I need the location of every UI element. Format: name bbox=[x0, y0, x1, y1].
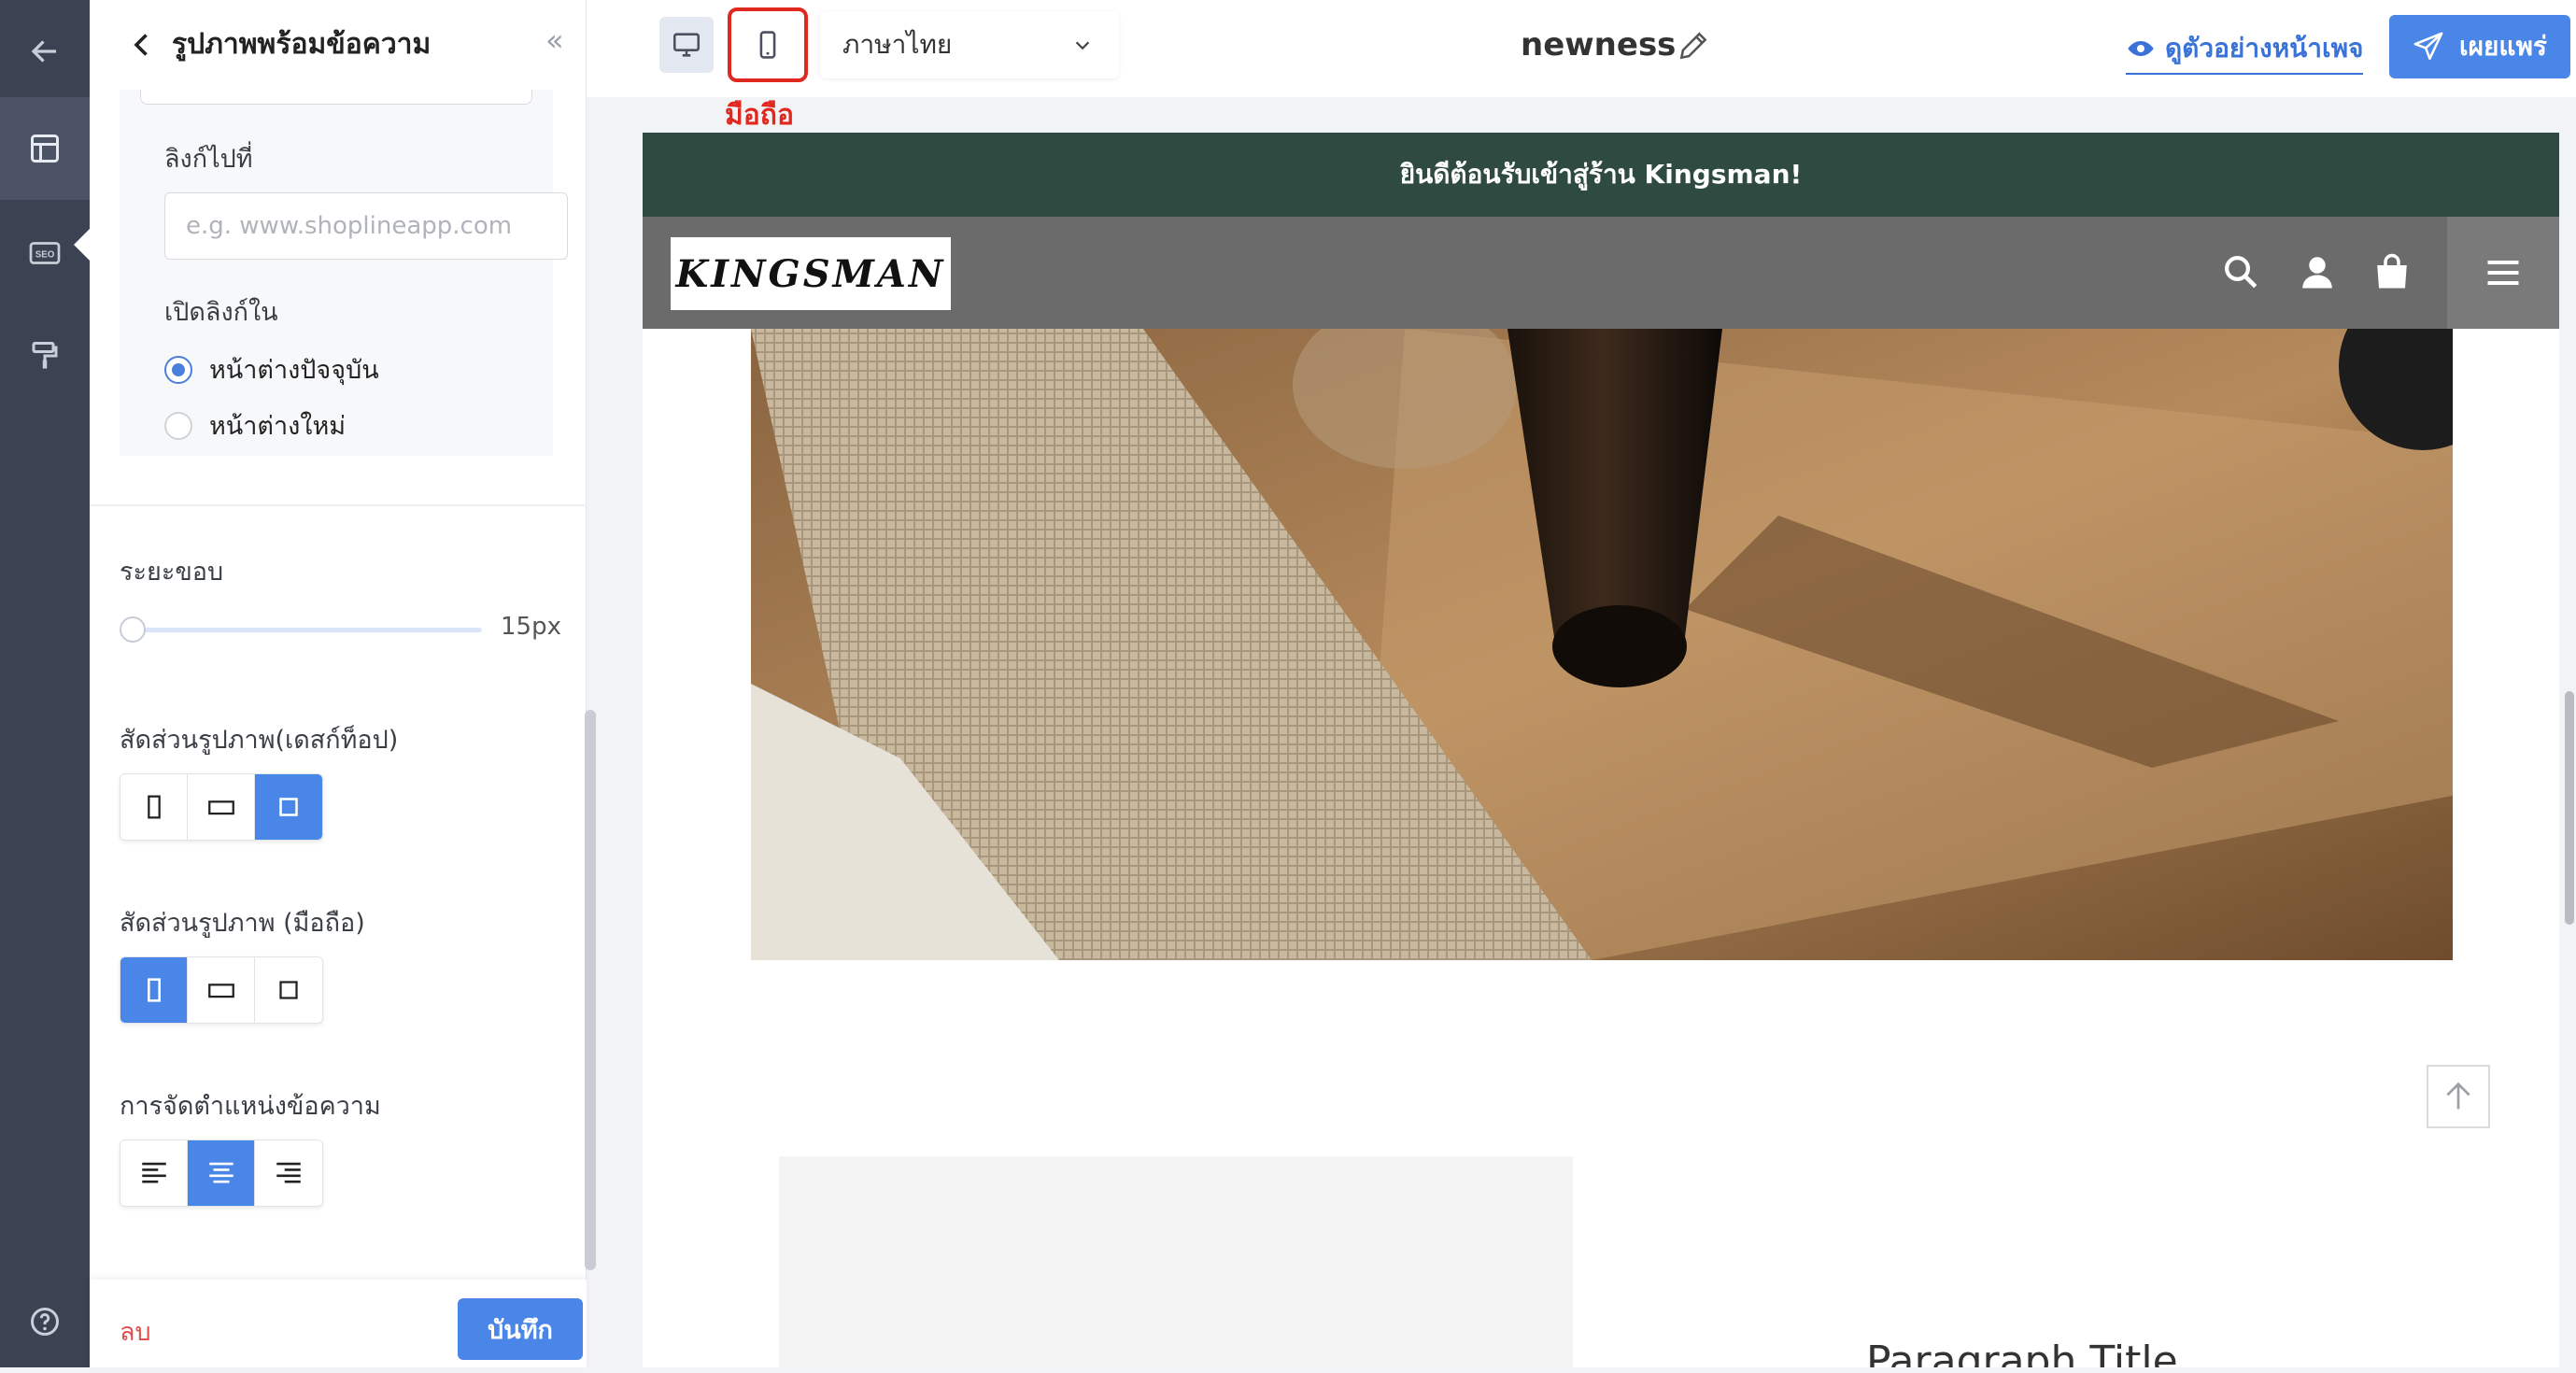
align-center-button[interactable] bbox=[188, 1140, 255, 1206]
preview-page-link[interactable]: ดูตัวอย่างหน้าเพจ bbox=[2126, 28, 2364, 75]
ratio-portrait-button[interactable] bbox=[120, 774, 188, 840]
margin-value: 15px bbox=[501, 613, 561, 641]
publish-label: เผยแพร่ bbox=[2459, 31, 2547, 62]
radio-button-checked[interactable] bbox=[164, 355, 192, 384]
store-navbar: KINGSMAN bbox=[643, 217, 2559, 329]
align-left-button[interactable] bbox=[120, 1140, 188, 1206]
ratio-square-button[interactable] bbox=[255, 957, 322, 1023]
mobile-view-button[interactable] bbox=[728, 7, 808, 82]
landscape-rect-icon bbox=[207, 800, 234, 815]
portrait-rect-icon bbox=[147, 795, 161, 819]
collapse-panel-button[interactable]: « bbox=[545, 22, 564, 58]
page-name: newness bbox=[1521, 26, 1677, 64]
delete-button[interactable]: ลบ bbox=[120, 1311, 151, 1352]
align-left-icon bbox=[141, 1162, 166, 1183]
layout-icon bbox=[31, 134, 59, 163]
back-arrow-button[interactable] bbox=[0, 0, 90, 103]
mobile-ratio-label: สัดส่วนรูปภาพ (มือถือ) bbox=[120, 909, 365, 938]
text-align-group bbox=[120, 1139, 323, 1207]
search-icon[interactable] bbox=[2221, 252, 2260, 291]
landscape-rect-icon bbox=[207, 984, 234, 998]
arrow-left-icon bbox=[31, 40, 56, 63]
storefront-preview: ยินดีต้อนรับเข้าสู่ร้าน Kingsman! KINGSM… bbox=[643, 133, 2559, 1367]
ratio-landscape-button[interactable] bbox=[188, 774, 255, 840]
ratio-portrait-button[interactable] bbox=[120, 957, 188, 1023]
language-select[interactable]: ภาษาไทย bbox=[820, 11, 1119, 78]
panel-scrollbar[interactable] bbox=[585, 710, 596, 1270]
announcement-bar: ยินดีต้อนรับเข้าสู่ร้าน Kingsman! bbox=[643, 133, 2559, 217]
svg-text:SEO: SEO bbox=[35, 250, 55, 261]
previous-field-input[interactable] bbox=[140, 90, 532, 105]
save-button[interactable]: บันทึก bbox=[458, 1298, 583, 1360]
portrait-rect-icon bbox=[147, 978, 161, 1002]
theme-style-button[interactable] bbox=[0, 304, 90, 407]
shopping-bag-icon[interactable] bbox=[2372, 252, 2412, 291]
hero-image bbox=[751, 329, 2453, 960]
desktop-view-button[interactable] bbox=[659, 17, 714, 73]
panel-header: รูปภาพพร้อมข้อความ « bbox=[90, 0, 587, 90]
align-right-icon bbox=[276, 1162, 301, 1183]
preview-label: ดูตัวอย่างหน้าเพจ bbox=[2165, 33, 2364, 64]
language-value: ภาษาไทย bbox=[842, 29, 953, 60]
store-logo[interactable]: KINGSMAN bbox=[671, 237, 951, 310]
help-icon bbox=[31, 1308, 59, 1336]
editor-toolbar: มือถือ ภาษาไทย newness ดูตัวอย่างหน้าเพจ… bbox=[587, 0, 2576, 132]
smartphone-icon bbox=[759, 31, 776, 59]
divider bbox=[90, 504, 587, 506]
paragraph-title: Paragraph Title bbox=[1866, 1338, 2178, 1367]
radio-button[interactable] bbox=[164, 411, 192, 440]
seo-icon: SEO bbox=[29, 242, 61, 264]
left-icon-rail: SEO bbox=[0, 0, 91, 1367]
eye-icon bbox=[2128, 41, 2154, 56]
image-placeholder bbox=[779, 1156, 1573, 1367]
panel-title: รูปภาพพร้อมข้อความ bbox=[172, 28, 432, 61]
paper-plane-icon bbox=[2413, 32, 2443, 61]
link-settings-card: ลิงก์ไปที่ เปิดลิงก์ใน หน้าต่างปัจจุบัน … bbox=[120, 90, 568, 456]
desktop-ratio-label: สัดส่วนรูปภาพ(เดสก์ท็อป) bbox=[120, 726, 399, 755]
panel-footer: ลบ บันทึก bbox=[90, 1280, 587, 1367]
mobile-ratio-group bbox=[120, 956, 323, 1024]
open-in-label: เปิดลิงก์ใน bbox=[164, 298, 278, 327]
ratio-landscape-button[interactable] bbox=[188, 957, 255, 1023]
align-right-button[interactable] bbox=[255, 1140, 322, 1206]
margin-label: ระยะขอบ bbox=[120, 558, 224, 587]
radio-label: หน้าต่างปัจจุบัน bbox=[209, 356, 379, 385]
hamburger-menu-icon bbox=[2487, 260, 2519, 286]
radio-current-window[interactable]: หน้าต่างปัจจุบัน bbox=[164, 349, 379, 389]
align-center-icon bbox=[208, 1162, 234, 1183]
radio-label: หน้าต่างใหม่ bbox=[209, 412, 347, 441]
canvas-scrollbar[interactable] bbox=[2565, 691, 2574, 925]
link-label: ลิงก์ไปที่ bbox=[164, 145, 253, 174]
sections-layout-button[interactable] bbox=[0, 97, 91, 262]
mobile-annotation-label: มือถือ bbox=[725, 99, 794, 132]
margin-slider-track[interactable] bbox=[133, 628, 482, 632]
ratio-square-button[interactable] bbox=[255, 774, 322, 840]
radio-new-window[interactable]: หน้าต่างใหม่ bbox=[164, 405, 346, 446]
monitor-icon bbox=[672, 33, 701, 57]
pencil-edit-icon[interactable] bbox=[1676, 28, 1711, 64]
menu-button[interactable] bbox=[2447, 217, 2559, 329]
seo-settings-button[interactable]: SEO bbox=[0, 202, 90, 304]
link-url-input[interactable] bbox=[164, 192, 568, 260]
chevron-left-icon[interactable] bbox=[125, 28, 159, 62]
square-icon bbox=[279, 981, 298, 999]
publish-button[interactable]: เผยแพร่ bbox=[2389, 15, 2570, 78]
product-photo bbox=[751, 329, 2453, 960]
chevron-down-icon bbox=[1075, 41, 1090, 50]
back-to-top-button[interactable] bbox=[2427, 1065, 2490, 1128]
margin-slider-handle[interactable] bbox=[120, 616, 146, 643]
user-icon[interactable] bbox=[2298, 252, 2337, 291]
desktop-ratio-group bbox=[120, 773, 323, 841]
text-align-label: การจัดตำแหน่งข้อความ bbox=[120, 1092, 381, 1121]
arrow-up-icon bbox=[2446, 1082, 2470, 1110]
help-button[interactable] bbox=[0, 1270, 90, 1373]
paint-roller-icon bbox=[32, 342, 58, 369]
settings-panel: รูปภาพพร้อมข้อความ « ลิงก์ไปที่ เปิดลิงก… bbox=[90, 0, 596, 1367]
square-icon bbox=[279, 798, 298, 816]
